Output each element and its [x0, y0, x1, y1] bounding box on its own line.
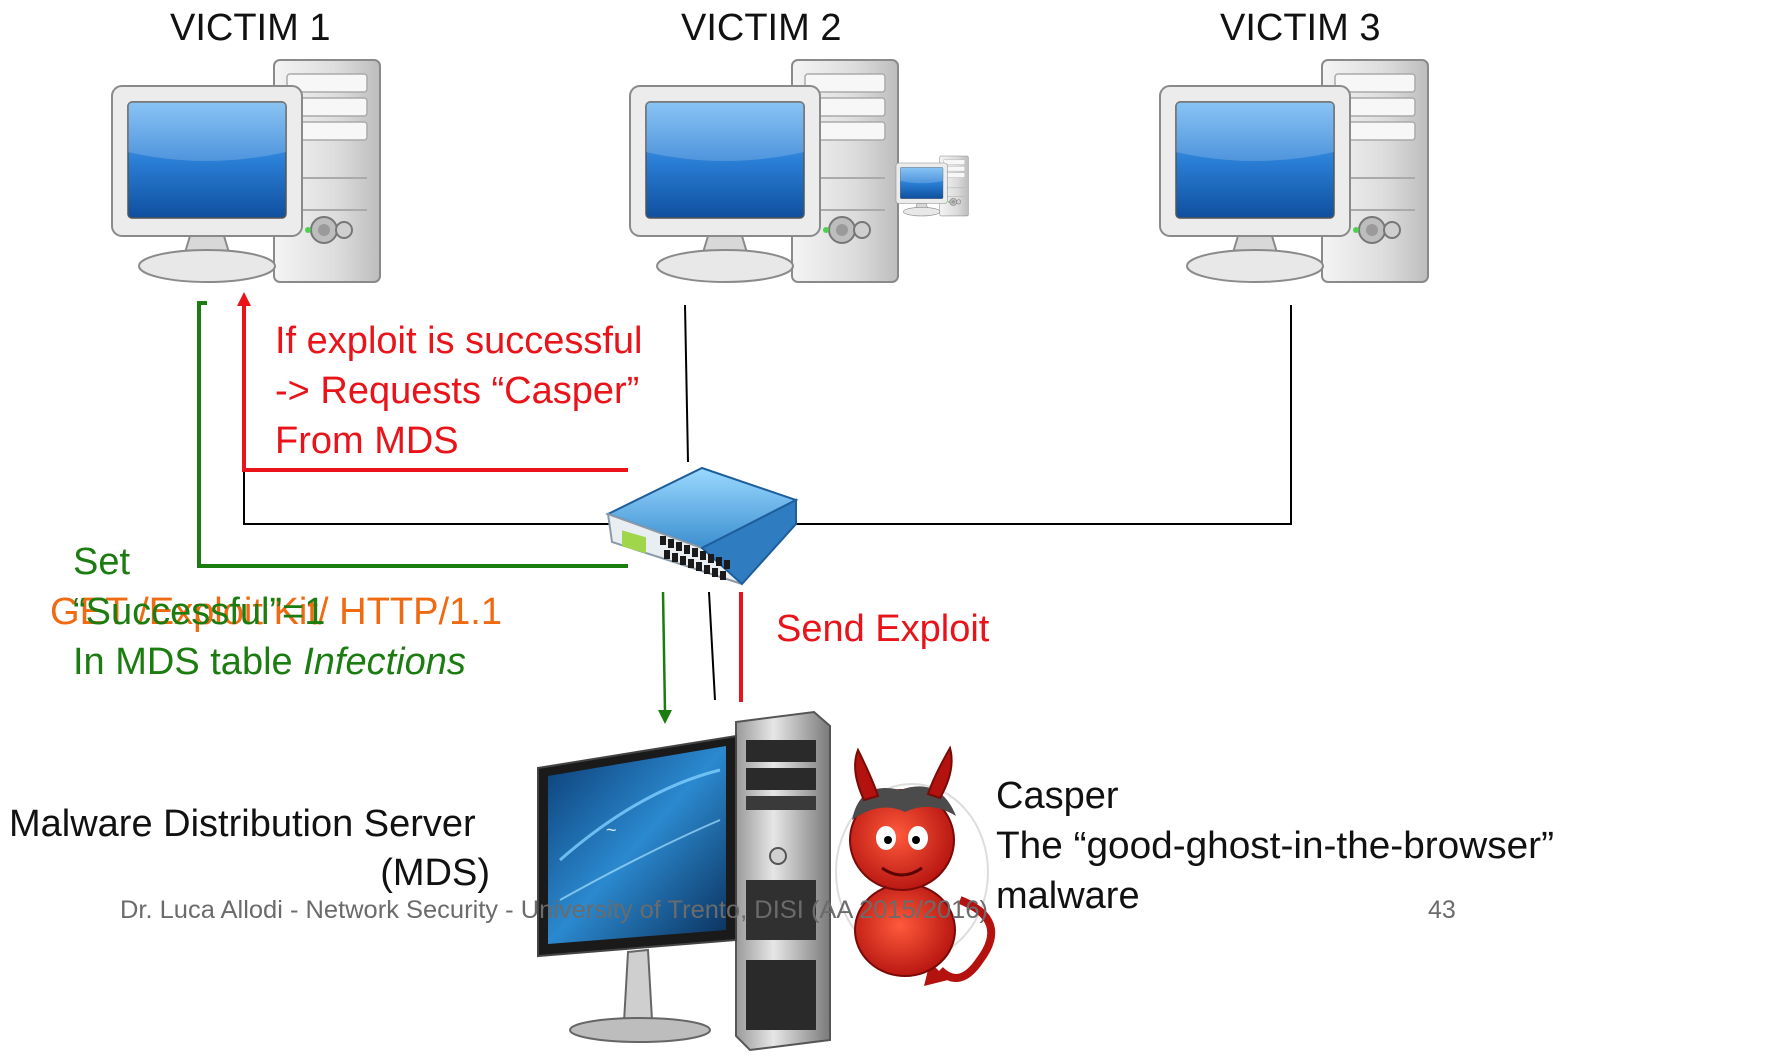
- casper-line2: The “good-ghost-in-the-browser”: [996, 825, 1554, 867]
- victim3-computer-icon: [1159, 59, 1429, 283]
- set-line1: Set: [73, 541, 130, 583]
- set-line3-italic: Infections: [303, 641, 466, 683]
- server-label-line2: (MDS): [380, 852, 490, 894]
- footer: Dr. Luca Allodi - Network Security - Uni…: [120, 896, 1456, 924]
- casper-label: Casper The “good-ghost-in-the-browser” m…: [996, 775, 1554, 917]
- if-exploit-line3: From MDS: [275, 420, 459, 462]
- server-tower-icon: ~: [537, 710, 831, 1052]
- server-label-line1: Malware Distribution Server: [9, 803, 476, 845]
- victim2-small-computer-icon: [895, 155, 969, 217]
- set-line2: “Successful”=1: [73, 591, 325, 633]
- casper-line3: malware: [996, 875, 1140, 917]
- victim3-label: VICTIM 3: [1220, 7, 1380, 49]
- svg-text:~: ~: [606, 820, 617, 840]
- set-line3: In MDS table Infections: [73, 641, 466, 683]
- victim1-label: VICTIM 1: [170, 7, 330, 49]
- network-diagram: ~ VICTIM 1 VICTIM 2 VICTIM 3 If exploit …: [9, 7, 1554, 1052]
- victim-labels: VICTIM 1 VICTIM 2 VICTIM 3: [170, 7, 1380, 49]
- casper-line1: Casper: [996, 775, 1119, 817]
- victim1-computer-icon: [111, 59, 381, 283]
- victim2-computer-icon: [629, 59, 899, 283]
- set-line3-prefix: In MDS table: [73, 641, 303, 683]
- network-switch-icon: [605, 466, 799, 586]
- devil-mascot-icon: [835, 745, 996, 986]
- send-exploit-label: Send Exploit: [776, 608, 990, 650]
- page-number: 43: [1428, 896, 1456, 924]
- footer-credit: Dr. Luca Allodi - Network Security - Uni…: [120, 896, 988, 924]
- if-exploit-line1: If exploit is successful: [275, 320, 642, 362]
- victim2-label: VICTIM 2: [681, 7, 841, 49]
- if-exploit-line2: -> Requests “Casper”: [275, 370, 639, 412]
- server-label: Malware Distribution Server (MDS): [9, 803, 490, 894]
